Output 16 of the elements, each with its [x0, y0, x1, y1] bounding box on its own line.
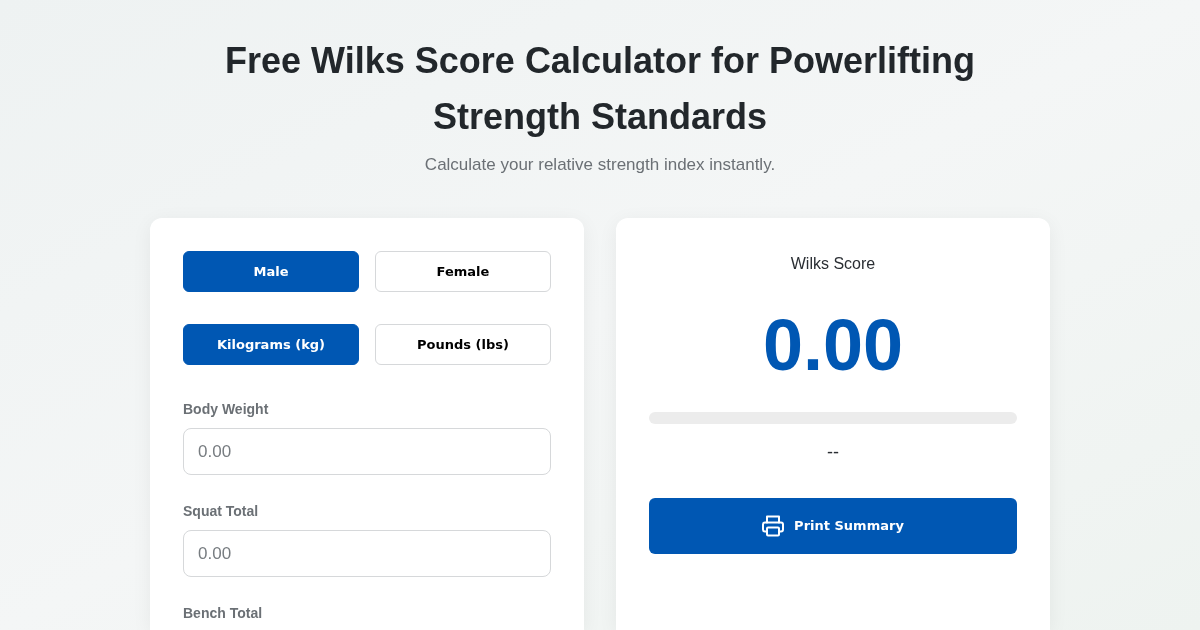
toggle-button[interactable]: Kilograms (kg): [183, 324, 359, 365]
toggle-button[interactable]: Male: [183, 251, 359, 292]
field-label: Body Weight: [183, 400, 270, 418]
rating-text: --: [827, 441, 839, 464]
input-field[interactable]: 0.00: [183, 530, 551, 577]
print-summary-button[interactable]: Print Summary: [649, 498, 1017, 554]
page-subtitle: Calculate your relative strength index instantly.: [424, 154, 776, 176]
result-title: Wilks Score: [790, 254, 876, 274]
page-title: Free Wilks Score Calculator for Powerlifting Strength Standards: [224, 39, 976, 139]
field-label: Bench Total: [183, 604, 264, 622]
toggle-button[interactable]: Female: [375, 251, 551, 292]
field-label: Squat Total: [183, 502, 260, 520]
toggle-button[interactable]: Pounds (lbs): [375, 324, 551, 365]
score-value: 0.00: [762, 305, 904, 385]
printer-icon: [762, 515, 785, 537]
input-field[interactable]: 0.00: [183, 428, 551, 475]
